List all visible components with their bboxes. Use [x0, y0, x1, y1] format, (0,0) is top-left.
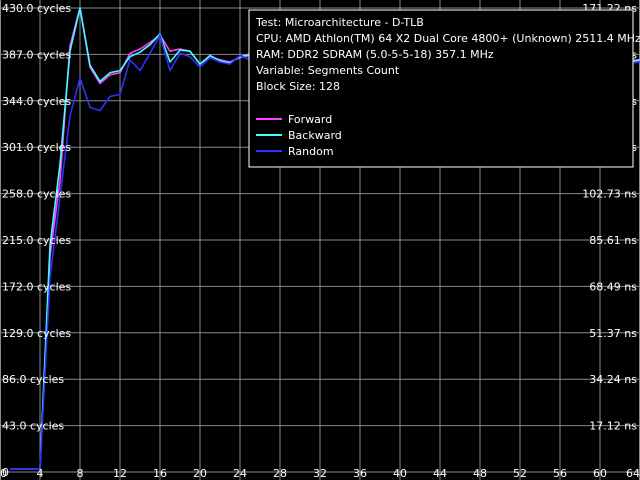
y-right-tick-label: 51.37 ns	[589, 327, 637, 340]
y-right-tick-label: 102.73 ns	[582, 188, 637, 201]
y-left-tick-label: 43.0 cycles	[2, 420, 64, 433]
info-ram: RAM: DDR2 SDRAM (5.0-5-5-18) 357.1 MHz	[256, 48, 494, 61]
y-left-tick-label: 172.0 cycles	[2, 280, 71, 293]
x-tick-label: 40	[393, 467, 407, 480]
x-tick-label: 44	[433, 467, 447, 480]
info-legend-box: Test: Microarchitecture - D-TLB CPU: AMD…	[248, 9, 640, 168]
y-right-tick-label: 17.12 ns	[589, 420, 637, 433]
legend-label-forward: Forward	[288, 113, 332, 126]
y-right-tick-label: 68.49 ns	[589, 280, 637, 293]
x-tick-label: 16	[153, 467, 167, 480]
y-left-tick-label: 430.0 cycles	[2, 2, 71, 15]
y-left-tick-label: 258.0 cycles	[2, 188, 71, 201]
y-right-tick-label: 85.61 ns	[589, 234, 637, 247]
legend-label-backward: Backward	[288, 129, 342, 142]
y-left-tick-label: 301.0 cycles	[2, 141, 71, 154]
x-tick-label: 36	[353, 467, 367, 480]
x-tick-label: 64	[626, 467, 640, 480]
y-left-tick-label: 129.0 cycles	[2, 327, 71, 340]
y-left-tick-label: 0	[2, 466, 9, 479]
x-tick-label: 28	[273, 467, 287, 480]
info-block-size: Block Size: 128	[256, 80, 340, 93]
x-tick-label: 8	[77, 467, 84, 480]
x-tick-label: 20	[193, 467, 207, 480]
info-cpu: CPU: AMD Athlon(TM) 64 X2 Dual Core 4800…	[256, 32, 640, 45]
x-tick-label: 48	[473, 467, 487, 480]
x-tick-label: 12	[113, 467, 127, 480]
x-tick-label: 52	[513, 467, 527, 480]
y-left-tick-label: 215.0 cycles	[2, 234, 71, 247]
y-left-tick-label: 86.0 cycles	[2, 373, 64, 386]
y-left-tick-label: 387.0 cycles	[2, 48, 71, 61]
x-tick-label: 4	[37, 467, 44, 480]
x-tick-label: 32	[313, 467, 327, 480]
info-test: Test: Microarchitecture - D-TLB	[255, 16, 424, 29]
y-left-tick-label: 344.0 cycles	[2, 95, 71, 108]
x-tick-label: 60	[593, 467, 607, 480]
x-tick-label: 56	[553, 467, 567, 480]
info-variable: Variable: Segments Count	[256, 64, 400, 77]
x-tick-label: 24	[233, 467, 247, 480]
legend-label-random: Random	[288, 145, 334, 158]
y-right-tick-label: 34.24 ns	[589, 373, 637, 386]
chart-canvas: 0 4 8 12 16 20 24 28 32 36 40 44 48 52 56 60 64043.0 cyc…	[0, 0, 640, 480]
